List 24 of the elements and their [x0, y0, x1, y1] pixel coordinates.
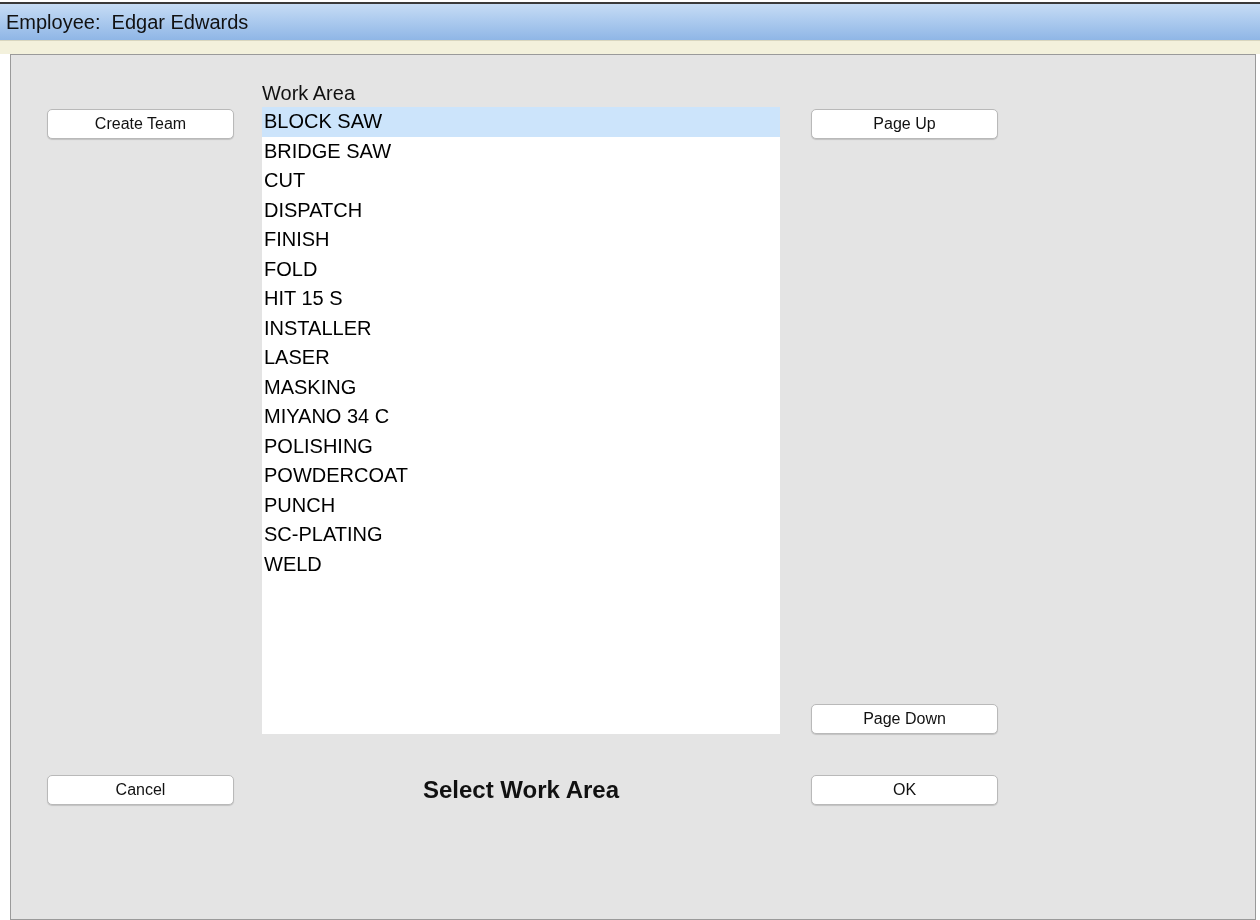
- list-item[interactable]: POWDERCOAT: [262, 461, 780, 491]
- list-item[interactable]: SC-PLATING: [262, 520, 780, 550]
- create-team-button[interactable]: Create Team: [47, 109, 234, 139]
- list-item[interactable]: BRIDGE SAW: [262, 136, 780, 166]
- page-down-button[interactable]: Page Down: [811, 704, 998, 734]
- list-item[interactable]: WELD: [262, 549, 780, 579]
- list-label: Work Area: [262, 81, 355, 106]
- list-item[interactable]: PUNCH: [262, 490, 780, 520]
- list-item[interactable]: FOLD: [262, 254, 780, 284]
- list-item[interactable]: LASER: [262, 343, 780, 373]
- list-item[interactable]: MIYANO 34 C: [262, 402, 780, 432]
- list-item[interactable]: BLOCK SAW: [262, 107, 780, 137]
- list-item[interactable]: MASKING: [262, 372, 780, 402]
- window-title: Employee: Edgar Edwards: [6, 10, 249, 35]
- list-item[interactable]: FINISH: [262, 225, 780, 255]
- page-up-button[interactable]: Page Up: [811, 109, 998, 139]
- list-item[interactable]: INSTALLER: [262, 313, 780, 343]
- ok-button[interactable]: OK: [811, 775, 998, 805]
- list-item[interactable]: POLISHING: [262, 431, 780, 461]
- cancel-button[interactable]: Cancel: [47, 775, 234, 805]
- prompt-text: Select Work Area: [422, 775, 620, 805]
- list-item[interactable]: CUT: [262, 166, 780, 196]
- list-item[interactable]: DISPATCH: [262, 195, 780, 225]
- list-item[interactable]: HIT 15 S: [262, 284, 780, 314]
